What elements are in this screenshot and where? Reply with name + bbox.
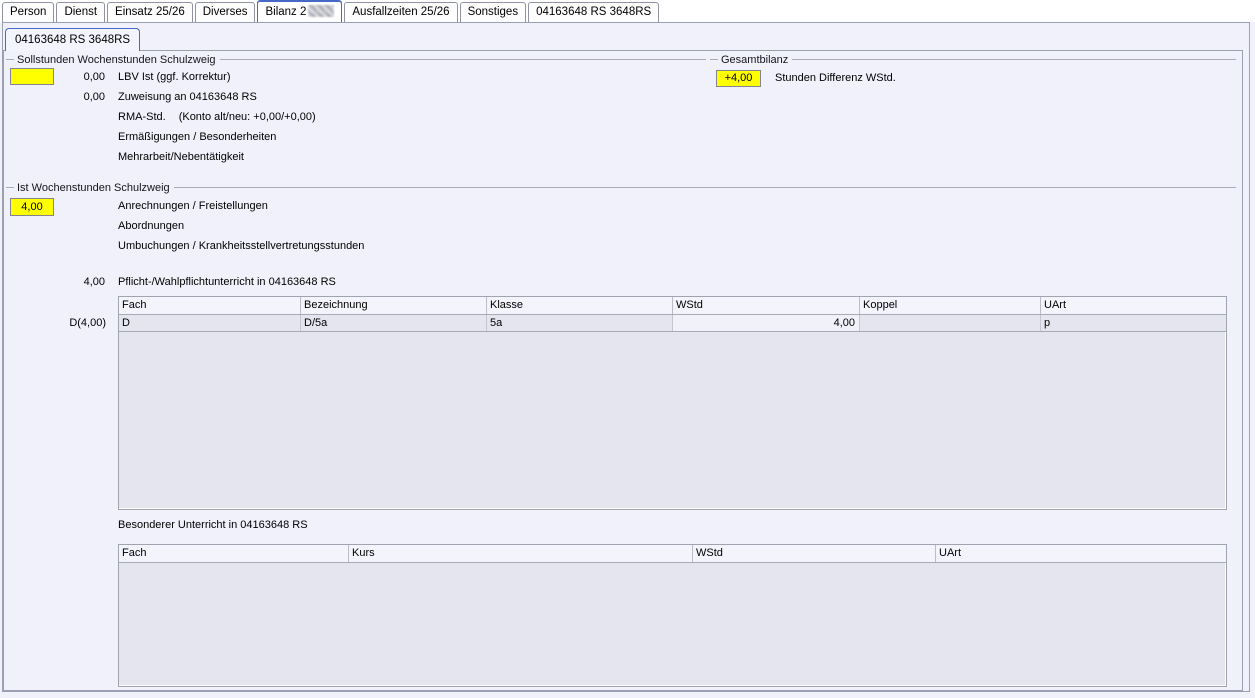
col-header-uart[interactable]: UArt (1041, 297, 1228, 314)
besonderer-table: Fach Kurs WStd UArt (118, 544, 1227, 687)
col-header-wstd[interactable]: WStd (673, 297, 860, 314)
rma-std-text: RMA-Std. (118, 111, 166, 123)
zuweisung-label: Zuweisung an 04163648 RS (118, 91, 257, 103)
besonderer-title: Besonderer Unterricht in 04163648 RS (118, 519, 308, 531)
soll-group-title: Sollstunden Wochenstunden Schulzweig (14, 54, 220, 66)
col-header-fach[interactable]: Fach (119, 297, 301, 314)
tab-ausfallzeiten[interactable]: Ausfallzeiten 25/26 (344, 2, 457, 22)
subtab-school-active[interactable]: 04163648 RS 3648RS (5, 28, 140, 51)
abordnungen-label: Abordnungen (118, 220, 184, 232)
soll-group-legend: Sollstunden Wochenstunden Schulzweig (6, 53, 706, 66)
gesamtbilanz-title: Gesamtbilanz (718, 54, 792, 66)
table-row[interactable]: D D/5a 5a 4,00 p (119, 315, 1226, 332)
cell-klasse: 5a (487, 315, 673, 331)
unterricht-table-header: Fach Bezeichnung Klasse WStd Koppel UArt (119, 297, 1226, 315)
ist-hours-field[interactable]: 4,00 (10, 198, 54, 216)
redacted-blur (308, 5, 334, 17)
tab-bilanz-active[interactable]: Bilanz 2 (257, 0, 342, 22)
besonderer-table-header: Fach Kurs WStd UArt (119, 545, 1226, 563)
subject-sum-label: D(4,00) (40, 317, 106, 329)
cell-bezeichnung: D/5a (301, 315, 487, 331)
tab-bilanz-label: Bilanz 2 (265, 6, 306, 18)
cell-wstd: 4,00 (673, 315, 860, 331)
tab-einsatz[interactable]: Einsatz 25/26 (107, 2, 193, 22)
difference-hours-field[interactable]: +4,00 (716, 70, 761, 87)
legend-line (174, 187, 1236, 188)
col-header-kurs[interactable]: Kurs (349, 545, 693, 562)
legend-line (6, 59, 14, 60)
legend-line (792, 59, 1236, 60)
lbv-ist-value: 0,00 (45, 71, 105, 83)
anrechnungen-label: Anrechnungen / Freistellungen (118, 200, 268, 212)
rma-konto-text: (Konto alt/neu: +0,00/+0,00) (179, 111, 316, 123)
col-header-klasse[interactable]: Klasse (487, 297, 673, 314)
rma-std-label: RMA-Std. (Konto alt/neu: +0,00/+0,00) (118, 111, 316, 123)
lbv-ist-label: LBV Ist (ggf. Korrektur) (118, 71, 230, 83)
col-header-uart[interactable]: UArt (936, 545, 1228, 562)
tab-sonstiges[interactable]: Sonstiges (460, 2, 527, 22)
legend-line (6, 187, 14, 188)
ist-group-legend: Ist Wochenstunden Schulzweig (6, 181, 1236, 194)
tab-dienst[interactable]: Dienst (56, 2, 105, 22)
col-header-fach[interactable]: Fach (119, 545, 349, 562)
ist-group-title: Ist Wochenstunden Schulzweig (14, 182, 174, 194)
gesamtbilanz-legend: Gesamtbilanz (710, 53, 1236, 66)
col-header-koppel[interactable]: Koppel (860, 297, 1041, 314)
col-header-wstd[interactable]: WStd (693, 545, 936, 562)
tab-person[interactable]: Person (2, 2, 54, 22)
cell-koppel (860, 315, 1041, 331)
cell-uart: p (1041, 315, 1228, 331)
pflicht-label: Pflicht-/Wahlpflichtunterricht in 041636… (118, 276, 336, 288)
main-tabbar: Person Dienst Einsatz 25/26 Diverses Bil… (0, 0, 1255, 22)
legend-line (220, 59, 706, 60)
col-header-bezeichnung[interactable]: Bezeichnung (301, 297, 487, 314)
legend-line (710, 59, 718, 60)
tab-school-number[interactable]: 04163648 RS 3648RS (528, 2, 659, 22)
pflicht-value: 4,00 (45, 276, 105, 288)
tab-diverses[interactable]: Diverses (195, 2, 256, 22)
application-window: Person Dienst Einsatz 25/26 Diverses Bil… (0, 0, 1255, 698)
unterricht-table: Fach Bezeichnung Klasse WStd Koppel UArt… (118, 296, 1227, 510)
mehrarbeit-label: Mehrarbeit/Nebentätigkeit (118, 151, 244, 163)
umbuchungen-label: Umbuchungen / Krankheitsstellvertretungs… (118, 240, 364, 252)
zuweisung-value: 0,00 (45, 91, 105, 103)
ermaessigungen-label: Ermäßigungen / Besonderheiten (118, 131, 276, 143)
difference-label: Stunden Differenz WStd. (775, 72, 896, 84)
cell-fach: D (119, 315, 301, 331)
